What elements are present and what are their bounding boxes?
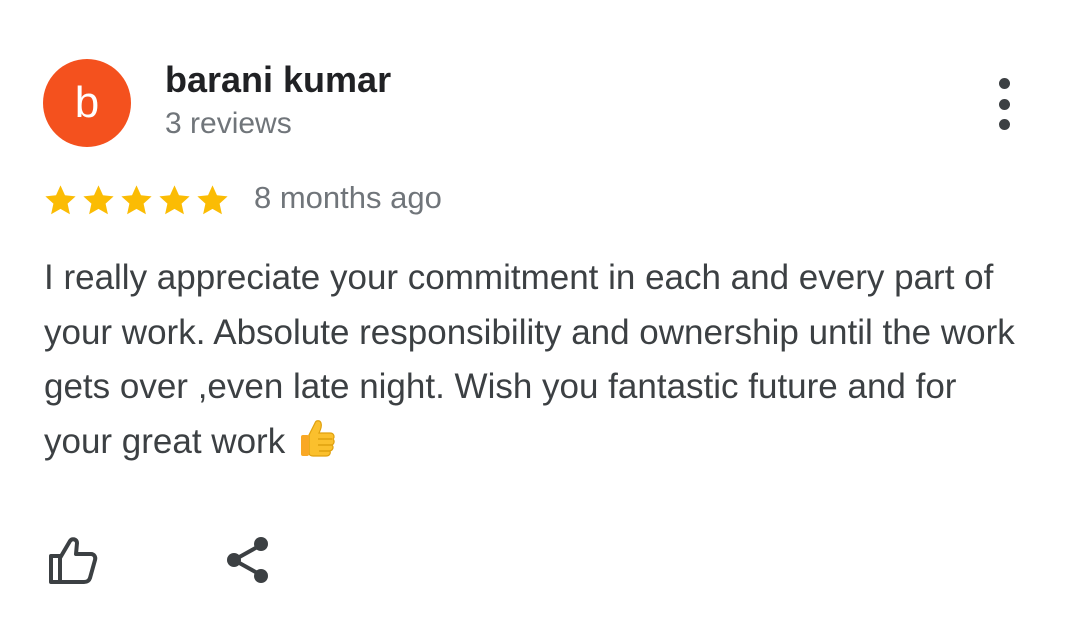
reviewer-review-count[interactable]: 3 reviews xyxy=(165,104,292,144)
like-button[interactable] xyxy=(44,532,100,588)
star-icon xyxy=(45,184,76,214)
reviewer-name[interactable]: barani kumar xyxy=(165,58,391,102)
avatar-initial: b xyxy=(74,78,100,127)
avatar[interactable]: b xyxy=(43,59,131,147)
star-rating xyxy=(42,180,232,220)
star-icon xyxy=(121,184,152,214)
more-vert-icon-dot xyxy=(998,98,1010,110)
share-icon xyxy=(227,537,268,583)
review-text-block: I really appreciate your commitment in e… xyxy=(44,251,1029,469)
review-text: I really appreciate your commitment in e… xyxy=(44,258,1015,461)
star-icon xyxy=(83,184,114,214)
star-icon xyxy=(197,184,228,214)
more-options-button[interactable] xyxy=(982,78,1026,130)
thumbs-up-emoji xyxy=(300,419,335,457)
share-button[interactable] xyxy=(220,532,276,588)
review-timestamp: 8 months ago xyxy=(254,180,442,215)
thumb-up-outline-icon xyxy=(49,537,98,584)
more-vert-icon-dot xyxy=(998,119,1010,130)
more-vert-icon xyxy=(998,78,1010,89)
star-icon xyxy=(159,184,190,214)
